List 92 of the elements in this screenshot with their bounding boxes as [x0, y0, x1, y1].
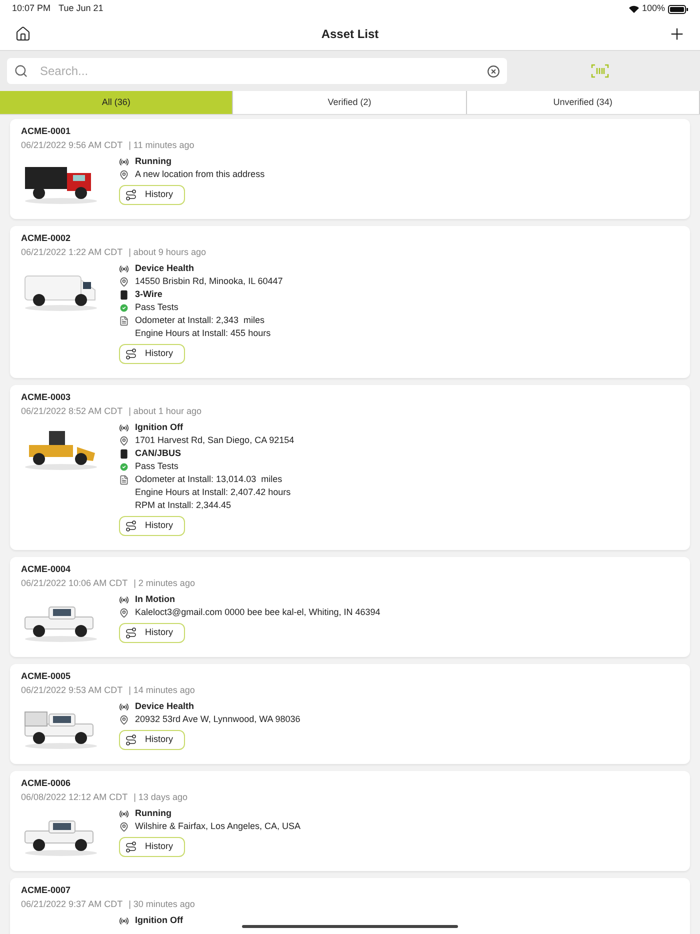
check-icon	[119, 462, 129, 472]
device-icon	[119, 449, 129, 459]
asset-card[interactable]: ACME-0006 06/08/2022 12:12 AM CDT | 13 days ago Running Wilshire & Fairfax, Los Angeles, CA, USA History	[10, 771, 690, 871]
route-icon	[125, 348, 137, 360]
asset-time-ago: | 30 minutes ago	[128, 898, 195, 911]
location-text: Wilshire & Fairfax, Los Angeles, CA, USA	[135, 820, 301, 833]
asset-id: ACME-0002	[21, 232, 72, 245]
asset-timestamp: 06/21/2022 8:52 AM CDT	[21, 405, 123, 418]
route-icon	[125, 627, 137, 639]
location-text: 20932 53rd Ave W, Lynnwood, WA 98036	[135, 713, 300, 726]
status-text: Ignition Off	[135, 421, 183, 434]
install-info: Odometer at Install: 13,014.03 miles	[135, 473, 284, 486]
asset-card[interactable]: ACME-0007 06/21/2022 9:37 AM CDT | 30 minutes ago Ignition Off	[10, 878, 690, 934]
asset-time-ago: | 14 minutes ago	[128, 684, 195, 697]
asset-card[interactable]: ACME-0004 06/21/2022 10:06 AM CDT | 2 minutes ago In Motion Kaleloct3@gmail.com 0000 bee bee kal-el, Whiting, IN 46394 History	[10, 557, 690, 657]
install-info: Odometer at Install: 2,343 miles	[135, 314, 266, 327]
signal-icon	[119, 264, 129, 274]
status-date: Tue Jun 21	[58, 2, 104, 16]
asset-id: ACME-0004	[21, 563, 72, 576]
clear-icon[interactable]	[487, 64, 500, 78]
signal-icon	[119, 423, 129, 433]
route-icon	[125, 841, 137, 853]
asset-timestamp: 06/08/2022 12:12 AM CDT	[21, 791, 128, 804]
home-button[interactable]	[14, 25, 32, 43]
signal-icon	[119, 157, 129, 167]
install-info: Engine Hours at Install: 2,407.42 hours	[135, 486, 291, 499]
asset-card[interactable]: ACME-0001 06/21/2022 9:56 AM CDT | 11 minutes ago Running A new location from this address History	[10, 119, 690, 219]
asset-timestamp: 06/21/2022 9:56 AM CDT	[21, 139, 123, 152]
status-time: 10:07 PM	[12, 2, 51, 16]
status-text: Ignition Off	[135, 914, 183, 927]
test-text: Pass Tests	[135, 460, 178, 473]
test-text: Pass Tests	[135, 301, 178, 314]
location-pin-icon	[119, 170, 129, 180]
signal-icon	[119, 702, 129, 712]
signal-icon	[119, 916, 129, 926]
battery-percent: 100%	[642, 2, 665, 16]
location-text: Kaleloct3@gmail.com 0000 bee bee kal-el, Whiting, IN 46394	[135, 606, 380, 619]
asset-timestamp: 06/21/2022 10:06 AM CDT	[21, 577, 128, 590]
location-text: 1701 Harvest Rd, San Diego, CA 92154	[135, 434, 294, 447]
location-pin-icon	[119, 608, 129, 618]
document-icon	[119, 316, 129, 326]
asset-timestamp: 06/21/2022 9:37 AM CDT	[21, 898, 123, 911]
asset-time-ago: | about 1 hour ago	[128, 405, 202, 418]
search-icon	[14, 64, 28, 78]
location-text: 14550 Brisbin Rd, Minooka, IL 60447	[135, 275, 283, 288]
signal-icon	[119, 809, 129, 819]
location-pin-icon	[119, 277, 129, 287]
location-pin-icon	[119, 436, 129, 446]
asset-timestamp: 06/21/2022 9:53 AM CDT	[21, 684, 123, 697]
route-icon	[125, 189, 137, 201]
asset-time-ago: | 13 days ago	[134, 791, 188, 804]
asset-id: ACME-0003	[21, 391, 72, 404]
asset-time-ago: | 11 minutes ago	[128, 139, 194, 152]
status-text: In Motion	[135, 593, 175, 606]
document-icon	[119, 475, 129, 485]
asset-id: ACME-0006	[21, 777, 72, 790]
status-text: Device Health	[135, 700, 194, 713]
install-info: RPM at Install: 2,344.45	[135, 499, 232, 512]
asset-card[interactable]: ACME-0002 06/21/2022 1:22 AM CDT | about 9 hours ago Device Health 14550 Brisbin Rd, Minooka, IL 60447 3-Wire Pass Tests Odometer at Install: 2,343 miles Engine Hours at Install: 455 hours History	[10, 226, 690, 378]
wiring-text: CAN/JBUS	[135, 447, 182, 460]
status-text: Device Health	[135, 262, 194, 275]
wifi-icon	[628, 5, 639, 13]
history-button[interactable]: History	[119, 516, 185, 536]
location-text: A new location from this address	[135, 168, 265, 181]
search-field[interactable]: Search...	[7, 58, 507, 84]
route-icon	[125, 520, 137, 532]
filter-tab[interactable]: All (36)	[0, 91, 234, 114]
location-pin-icon	[119, 822, 129, 832]
status-text: Running	[135, 155, 172, 168]
signal-icon	[119, 595, 129, 605]
asset-id: ACME-0001	[21, 125, 72, 138]
history-button[interactable]: History	[119, 730, 185, 750]
asset-timestamp: 06/21/2022 1:22 AM CDT	[21, 246, 123, 259]
device-icon	[119, 290, 129, 300]
asset-time-ago: | 2 minutes ago	[134, 577, 195, 590]
location-pin-icon	[119, 715, 129, 725]
route-icon	[125, 734, 137, 746]
history-button[interactable]: History	[119, 837, 185, 857]
asset-id: ACME-0005	[21, 670, 72, 683]
status-text: Running	[135, 807, 172, 820]
battery-icon	[668, 4, 688, 14]
page-title: Asset List	[321, 26, 379, 43]
asset-time-ago: | about 9 hours ago	[128, 246, 206, 259]
asset-id: ACME-0007	[21, 884, 72, 897]
install-info: Engine Hours at Install: 455 hours	[135, 327, 271, 340]
asset-card[interactable]: ACME-0005 06/21/2022 9:53 AM CDT | 14 minutes ago Device Health 20932 53rd Ave W, Lynnwood, WA 98036 History	[10, 664, 690, 764]
asset-card[interactable]	[10, 385, 690, 550]
wiring-text: 3-Wire	[135, 288, 162, 301]
history-button[interactable]: History	[119, 185, 185, 205]
check-icon	[119, 303, 129, 313]
history-button[interactable]: History	[119, 344, 185, 364]
history-button[interactable]: History	[119, 623, 185, 643]
